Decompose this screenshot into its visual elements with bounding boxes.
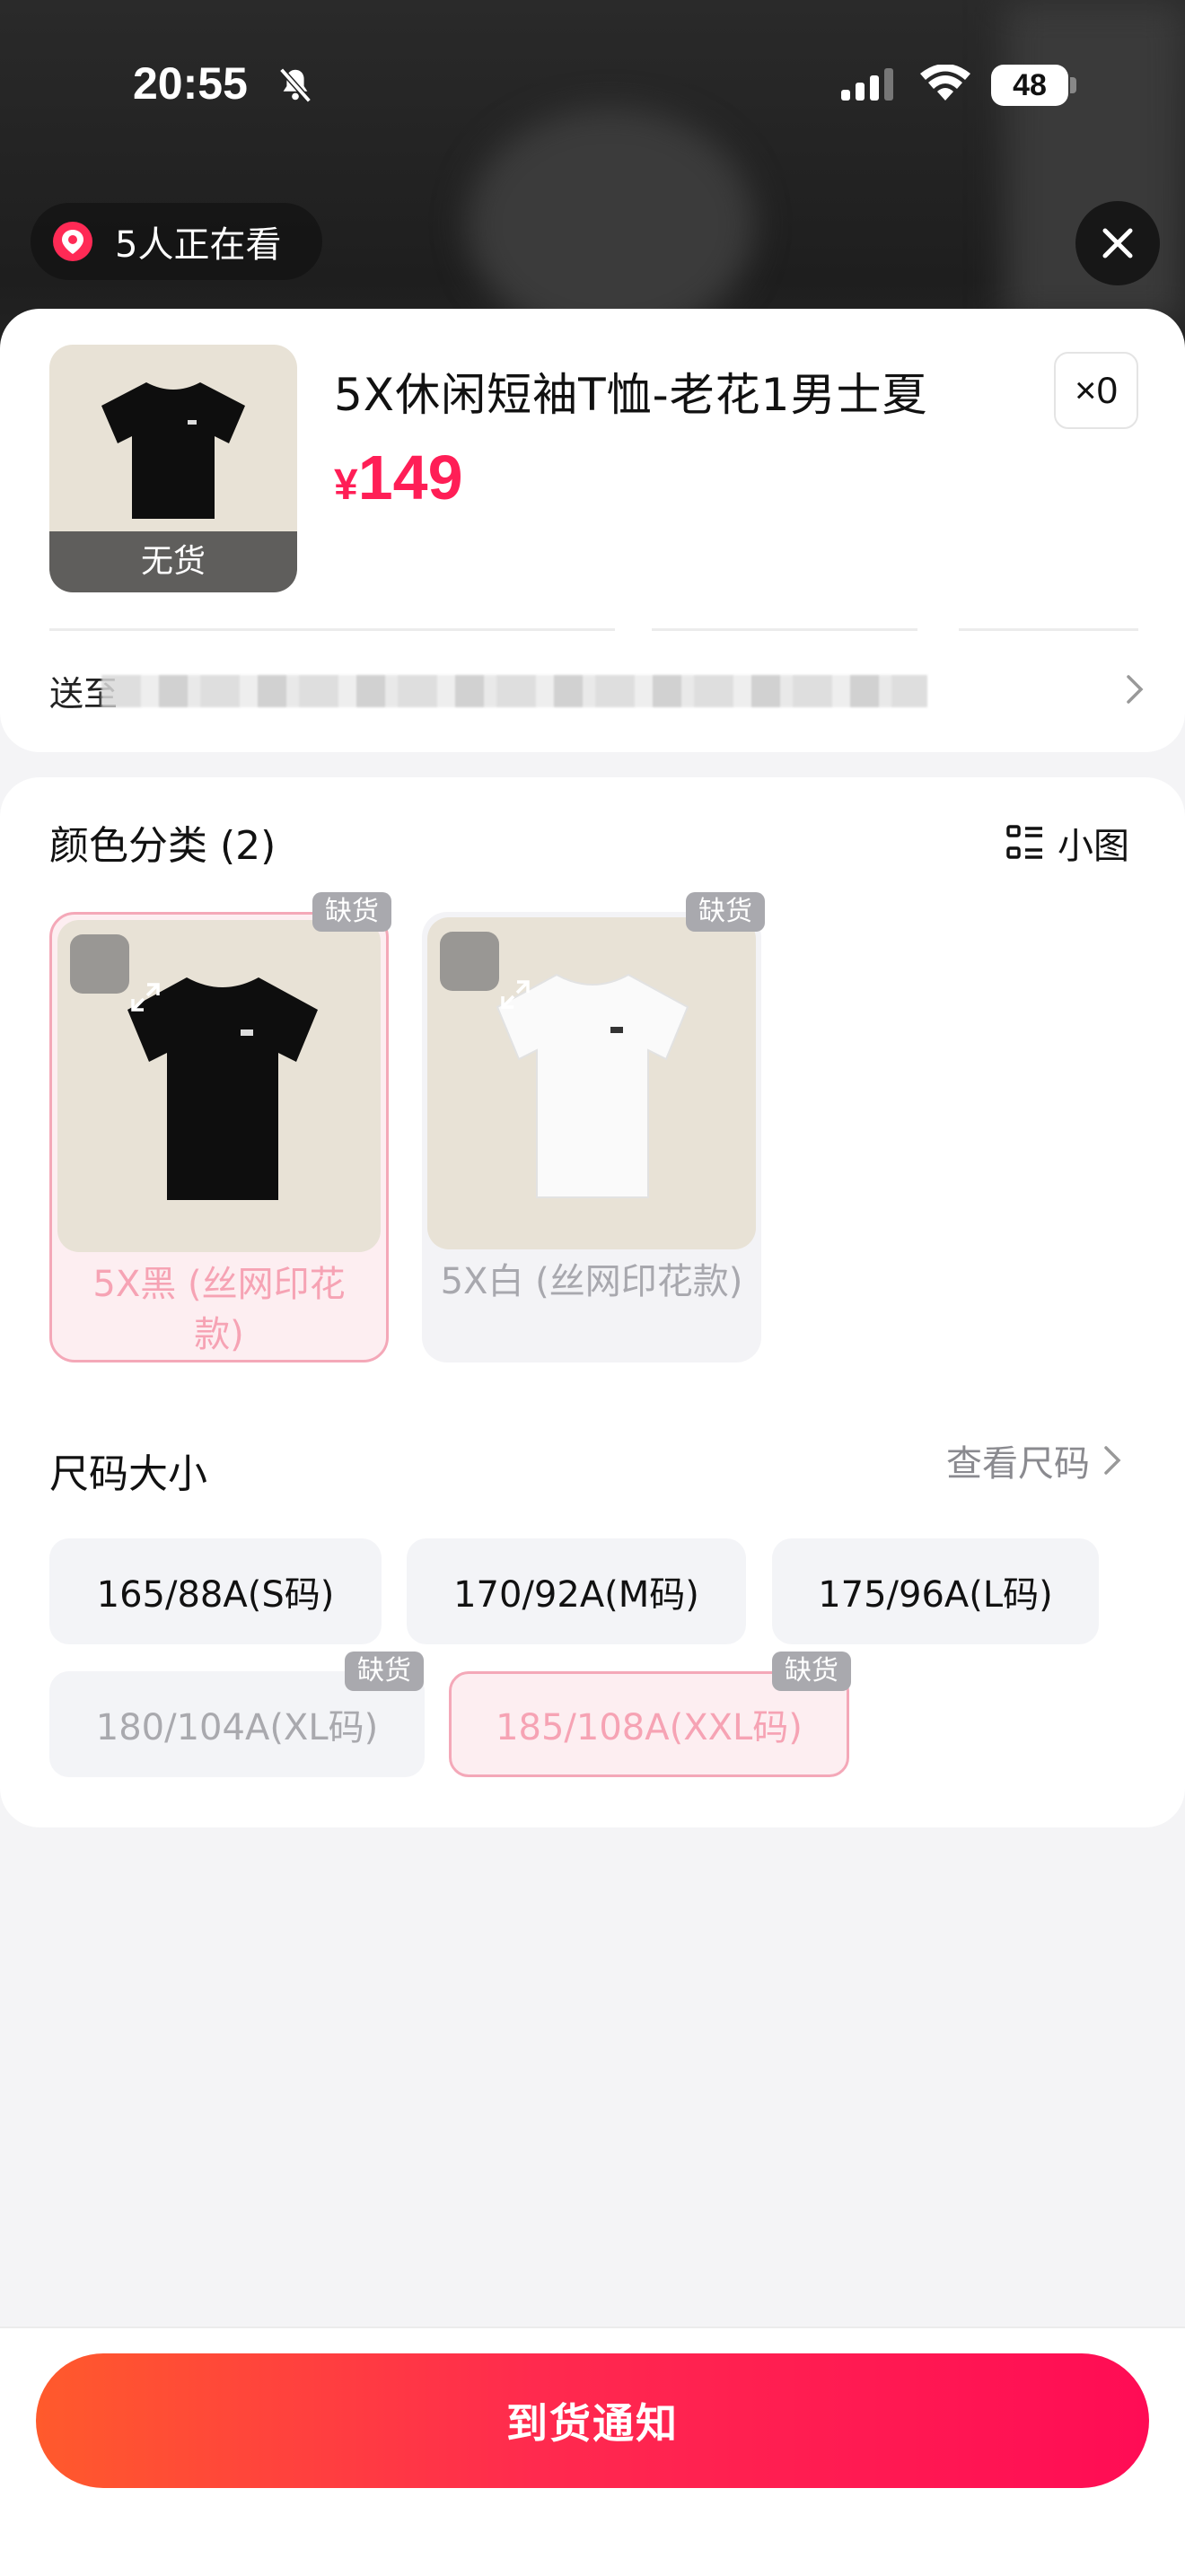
view-toggle-label: 小图 [1058,826,1129,867]
sku-options-card: 颜色分类 (2) 小图 5X黑 (丝网印花款) 缺货 5X白 (丝网印花款) 缺… [0,777,1185,1827]
live-viewers-icon [53,222,92,261]
color-option-black[interactable]: 5X黑 (丝网印花款) [49,912,389,1362]
out-of-stock-badge: 缺货 [772,1652,851,1691]
currency-symbol: ¥ [334,461,358,509]
status-bar: 20:55 48 [0,0,1185,171]
expand-icon [131,983,160,1012]
size-chart-link[interactable]: 查看尺码 [946,1434,1122,1486]
quantity-stepper[interactable]: ×0 [1054,352,1138,429]
out-of-stock-badge: 缺货 [686,892,765,932]
product-title: 5X休闲短袖T恤-老花1男士夏 [334,369,928,421]
color-option-name: 5X黑 (丝网印花款) [92,1264,346,1355]
color-option-name: 5X白 (丝网印花款) [440,1261,743,1302]
view-toggle-button[interactable]: 小图 [1005,817,1129,869]
cellular-signal-icon [841,68,893,101]
size-section-title: 尺码大小 [49,1451,207,1497]
divider [652,628,917,631]
battery-tip [1070,77,1076,93]
divider [959,628,1138,631]
out-of-stock-badge: 缺货 [345,1652,424,1691]
color-section-title: 颜色分类 (2) [49,823,276,869]
price-value: 149 [357,442,463,513]
color-option-image [57,920,381,1252]
bell-muted-icon [279,67,312,103]
divider [49,628,615,631]
expand-image-button[interactable] [440,932,530,1009]
out-of-stock-overlay: 无货 [49,531,297,592]
viewers-label: 5人正在看 [115,224,282,266]
chevron-right-icon [1104,1446,1121,1475]
chevron-right-icon [1127,675,1144,704]
shipping-address-row[interactable]: 送至 [49,659,1145,722]
list-view-icon [1006,825,1042,859]
product-thumbnail[interactable]: 无货 [49,345,297,592]
status-time: 20:55 [133,58,248,109]
color-option-white[interactable]: 5X白 (丝网印花款) [422,912,761,1362]
viewers-pill[interactable]: 5人正在看 [31,203,323,280]
address-redacted [101,675,927,707]
product-summary-card: 无货 5X休闲短袖T恤-老花1男士夏 ¥149 ×0 送至 [0,309,1185,752]
size-option-s[interactable]: 165/88A(S码) [49,1538,382,1644]
tshirt-black-image [101,382,245,519]
color-option-image [427,917,756,1249]
size-chart-label: 查看尺码 [946,1443,1090,1485]
restock-notify-button[interactable]: 到货通知 [36,2353,1149,2488]
expand-icon [501,980,530,1009]
out-of-stock-badge: 缺货 [312,892,391,932]
expand-image-button[interactable] [70,934,160,1012]
close-button[interactable] [1075,201,1160,285]
battery-level: 48 [991,65,1068,106]
product-price: ¥149 [334,442,463,513]
close-icon [1102,228,1133,258]
bottom-action-bar: 到货通知 [0,2326,1185,2576]
size-option-l[interactable]: 175/96A(L码) [772,1538,1099,1644]
wifi-icon [920,65,970,101]
size-option-m[interactable]: 170/92A(M码) [407,1538,746,1644]
